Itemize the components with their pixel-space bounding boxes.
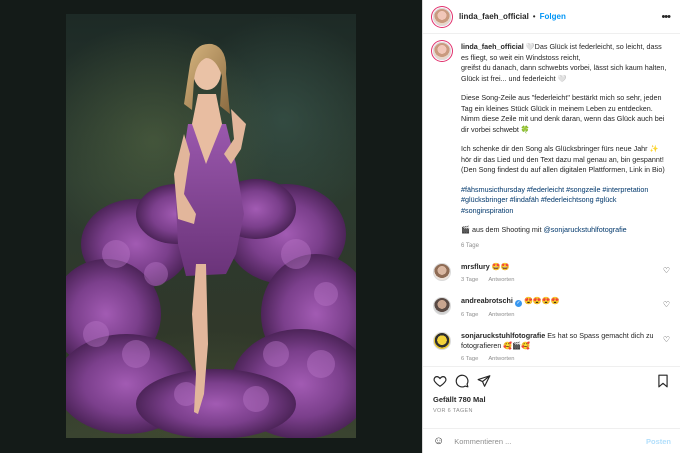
comment-text: 🤩🤩 bbox=[491, 262, 510, 271]
like-comment-icon[interactable]: ♡ bbox=[663, 266, 670, 275]
reply-button[interactable]: Antworten bbox=[488, 277, 514, 283]
reply-button[interactable]: Antworten bbox=[488, 356, 514, 362]
author-avatar[interactable] bbox=[433, 7, 451, 26]
author-username[interactable]: linda_faeh_official bbox=[459, 12, 529, 21]
caption-avatar[interactable] bbox=[433, 42, 451, 60]
like-comment-icon[interactable]: ♡ bbox=[663, 335, 670, 344]
commenter-avatar[interactable] bbox=[433, 263, 451, 281]
photo-illustration bbox=[66, 43, 356, 438]
comment-age: 6 Tage bbox=[461, 356, 479, 362]
more-options-icon[interactable]: ••• bbox=[661, 11, 671, 23]
comment-text: 😍😍😍😍 bbox=[523, 296, 560, 305]
add-comment-bar: ☺ Posten bbox=[423, 428, 680, 453]
verified-badge-icon: ✓ bbox=[514, 300, 522, 307]
follow-button[interactable]: Folgen bbox=[540, 12, 566, 21]
caption-age: 6 Tage bbox=[461, 242, 479, 249]
post-header: linda_faeh_official • Folgen ••• bbox=[423, 0, 680, 34]
commenter-username[interactable]: andreabrotschi bbox=[461, 296, 513, 305]
likes-count[interactable]: Gefällt 780 Mal bbox=[433, 395, 670, 404]
post-comment-button[interactable]: Posten bbox=[646, 437, 671, 446]
comment-row: sonjaruckstuhlfotografie Es hat so Spass… bbox=[433, 331, 670, 364]
comments-list[interactable]: linda_faeh_official 🤍Das Glück ist feder… bbox=[423, 34, 680, 366]
post-date: VOR 6 TAGEN bbox=[433, 408, 473, 414]
comment-age: 3 Tage bbox=[461, 277, 479, 283]
share-icon[interactable] bbox=[477, 374, 491, 388]
commenter-avatar[interactable] bbox=[433, 297, 451, 315]
caption-username[interactable]: linda_faeh_official bbox=[461, 42, 524, 51]
commenter-avatar[interactable] bbox=[433, 332, 451, 350]
heart-icon[interactable] bbox=[433, 374, 447, 388]
credit-mention-link[interactable]: @sonjaruckstuhlfotografie bbox=[543, 225, 626, 234]
caption-text-2: Diese Song-Zeile aus "federleicht" bestä… bbox=[461, 93, 665, 134]
caption-hashtags[interactable]: #fähsmusicthursday #federleicht #songzei… bbox=[461, 185, 670, 217]
bookmark-icon[interactable] bbox=[656, 374, 670, 388]
separator-dot: • bbox=[532, 12, 536, 21]
reply-button[interactable]: Antworten bbox=[488, 312, 514, 318]
post-photo[interactable] bbox=[66, 14, 356, 438]
caption: linda_faeh_official 🤍Das Glück ist feder… bbox=[433, 42, 670, 251]
comment-row: mrsflury 🤩🤩 3 Tage Antworten ♡ bbox=[433, 262, 670, 285]
post-actions: Gefällt 780 Mal VOR 6 TAGEN bbox=[423, 366, 680, 428]
commenter-username[interactable]: mrsflury bbox=[461, 262, 490, 271]
emoji-icon[interactable]: ☺ bbox=[433, 435, 444, 447]
like-comment-icon[interactable]: ♡ bbox=[663, 300, 670, 309]
caption-credit: 🎬 aus dem Shooting mit bbox=[461, 225, 544, 234]
caption-body: linda_faeh_official 🤍Das Glück ist feder… bbox=[461, 42, 670, 251]
comment-icon[interactable] bbox=[455, 374, 469, 388]
post-media-backdrop bbox=[0, 0, 422, 453]
commenter-username[interactable]: sonjaruckstuhlfotografie bbox=[461, 331, 545, 340]
post-details-panel: linda_faeh_official • Folgen ••• linda_f… bbox=[422, 0, 680, 453]
comment-age: 6 Tage bbox=[461, 312, 479, 318]
comment-input[interactable] bbox=[454, 436, 646, 446]
caption-text-3: Ich schenke dir den Song als Glücksbring… bbox=[461, 144, 665, 174]
comment-row: andreabrotschi ✓ 😍😍😍😍 6 Tage Antworten ♡ bbox=[433, 296, 670, 320]
